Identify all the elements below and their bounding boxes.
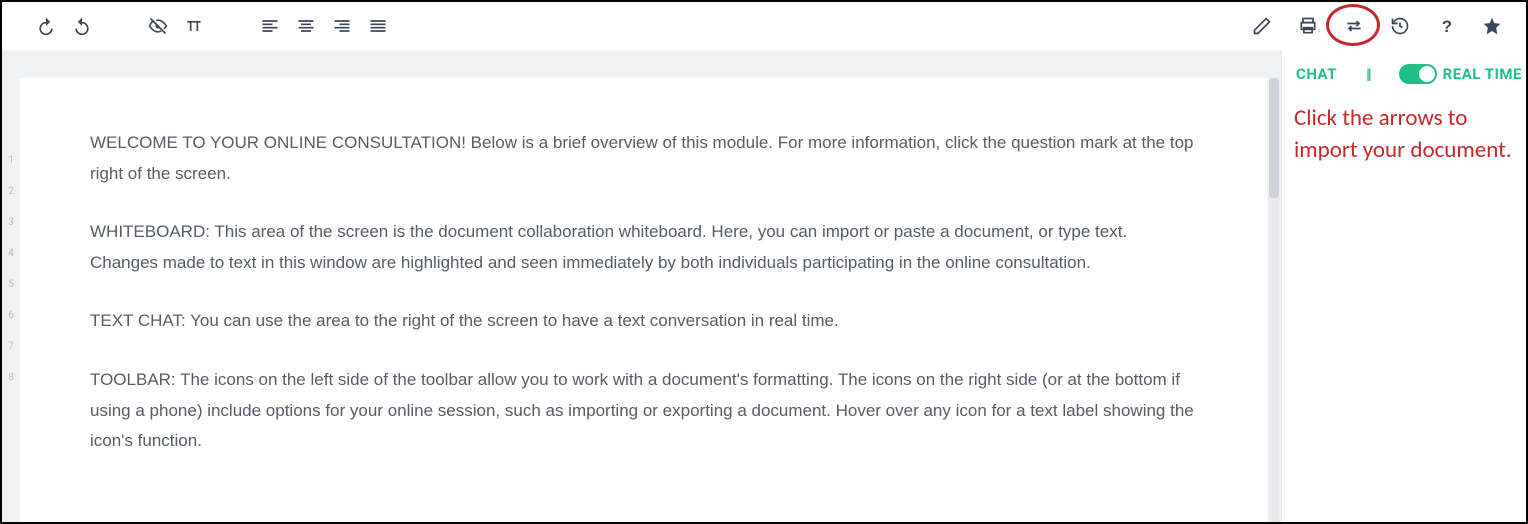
doc-paragraph: WHITEBOARD: This area of the screen is t…	[90, 217, 1197, 278]
align-center-icon	[296, 16, 316, 36]
content-area: 1 2 3 4 5 6 7 8 WELCOME TO YOUR ONLINE C…	[2, 50, 1526, 522]
pi-icon	[184, 16, 204, 36]
realtime-label: REAL TIME	[1443, 65, 1522, 83]
align-center-button[interactable]	[292, 12, 320, 40]
align-justify-button[interactable]	[364, 12, 392, 40]
pi-button[interactable]	[180, 12, 208, 40]
scrollbar-thumb[interactable]	[1269, 78, 1279, 198]
help-icon: ?	[1436, 16, 1456, 36]
history-icon	[1390, 16, 1410, 36]
history-button[interactable]	[1386, 12, 1414, 40]
align-right-button[interactable]	[328, 12, 356, 40]
eye-slash-icon	[148, 16, 168, 36]
chat-panel-header: CHAT || REAL TIME	[1282, 50, 1526, 94]
print-icon	[1298, 16, 1318, 36]
transfer-arrows-icon	[1344, 16, 1364, 36]
align-justify-icon	[368, 16, 388, 36]
print-button[interactable]	[1294, 12, 1322, 40]
edit-button[interactable]	[1248, 12, 1276, 40]
line-number: 2	[2, 176, 20, 207]
undo-icon	[36, 16, 56, 36]
line-number: 3	[2, 207, 20, 238]
line-number: 5	[2, 269, 20, 300]
doc-paragraph: TEXT CHAT: You can use the area to the r…	[90, 306, 1197, 337]
help-button[interactable]: ?	[1432, 12, 1460, 40]
line-number-gutter: 1 2 3 4 5 6 7 8	[2, 50, 20, 522]
toolbar: ?	[2, 2, 1526, 50]
strike-button[interactable]	[144, 12, 172, 40]
toolbar-left	[32, 12, 432, 40]
line-number: 7	[2, 331, 20, 362]
undo-button[interactable]	[32, 12, 60, 40]
svg-text:?: ?	[1442, 17, 1452, 36]
whiteboard-container: WELCOME TO YOUR ONLINE CONSULTATION! Bel…	[20, 50, 1267, 522]
favorite-button[interactable]	[1478, 12, 1506, 40]
chat-panel: CHAT || REAL TIME Click the arrows to im…	[1281, 50, 1526, 522]
doc-paragraph: WELCOME TO YOUR ONLINE CONSULTATION! Bel…	[90, 128, 1197, 189]
line-number: 1	[2, 145, 20, 176]
panel-divider: ||	[1366, 65, 1370, 83]
line-number: 4	[2, 238, 20, 269]
star-icon	[1482, 16, 1502, 36]
annotation-instruction: Click the arrows to import your document…	[1282, 94, 1526, 174]
chat-tab[interactable]: CHAT	[1296, 65, 1337, 83]
align-left-icon	[260, 16, 280, 36]
pencil-icon	[1252, 16, 1272, 36]
whiteboard-editor[interactable]: WELCOME TO YOUR ONLINE CONSULTATION! Bel…	[20, 78, 1267, 522]
import-export-button[interactable]	[1340, 12, 1368, 40]
line-number: 8	[2, 362, 20, 393]
line-number: 6	[2, 300, 20, 331]
toolbar-right: ?	[1248, 12, 1506, 40]
doc-paragraph: TOOLBAR: The icons on the left side of t…	[90, 365, 1197, 457]
vertical-scrollbar[interactable]	[1267, 50, 1281, 522]
app-frame: ? 1 2 3 4 5 6 7 8 WELCOME TO YOUR ONLINE…	[2, 2, 1526, 522]
realtime-toggle[interactable]	[1399, 64, 1437, 84]
redo-icon	[72, 16, 92, 36]
align-left-button[interactable]	[256, 12, 284, 40]
redo-button[interactable]	[68, 12, 96, 40]
align-right-icon	[332, 16, 352, 36]
